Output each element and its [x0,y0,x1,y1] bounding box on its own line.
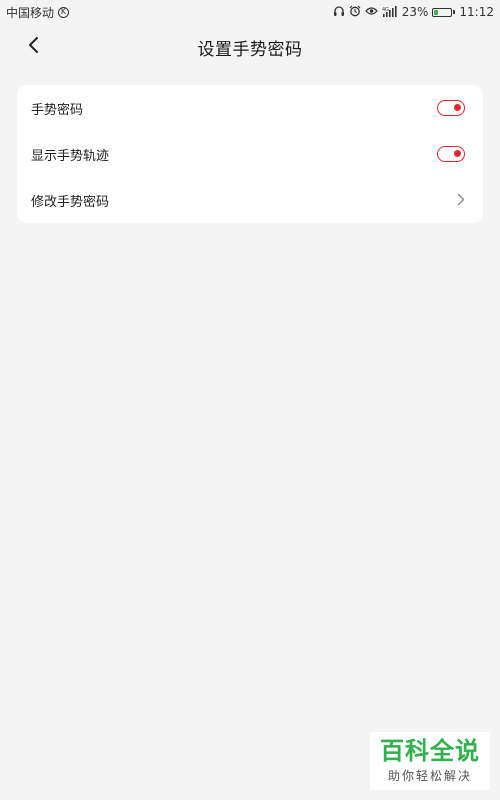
status-left: 中国移动 K [6,4,70,21]
battery-fill [434,9,439,15]
setting-label: 修改手势密码 [31,194,110,210]
toggle-knob [454,104,461,111]
chevron-right-icon [457,191,465,210]
show-trace-toggle[interactable] [437,146,465,162]
settings-card: 手势密码 显示手势轨迹 修改手势密码 [17,85,483,223]
carrier-name: 中国移动 [6,5,55,20]
setting-label: 显示手势轨迹 [31,148,110,164]
headphones-icon [333,5,345,19]
page-title: 设置手势密码 [197,39,303,60]
setting-row-show-gesture-trace[interactable]: 显示手势轨迹 [17,131,483,177]
battery-percent: 23% [401,5,429,19]
back-button[interactable] [18,32,48,62]
watermark-title: 百科全说 [380,737,480,766]
status-right: 4G 23% 11:12 [333,5,494,19]
eye-icon [364,6,378,18]
signal-icon: 4G [382,5,398,19]
chevron-left-icon [27,36,39,58]
carrier-badge-icon: K [58,6,70,18]
gesture-password-toggle[interactable] [437,100,465,116]
status-bar: 中国移动 K 4G 23% 11:12 [0,0,500,24]
watermark-subtitle: 助你轻松解决 [387,768,472,783]
battery-icon [432,7,456,17]
setting-row-change-gesture-password[interactable]: 修改手势密码 [17,177,483,223]
setting-label: 手势密码 [31,102,84,118]
header: 设置手势密码 [0,24,500,70]
alarm-icon [349,5,361,19]
watermark: 百科全说 助你轻松解决 [370,732,490,790]
status-time: 11:12 [459,5,494,19]
svg-text:4G: 4G [382,7,389,13]
setting-row-gesture-password[interactable]: 手势密码 [17,85,483,131]
toggle-knob [454,150,461,157]
